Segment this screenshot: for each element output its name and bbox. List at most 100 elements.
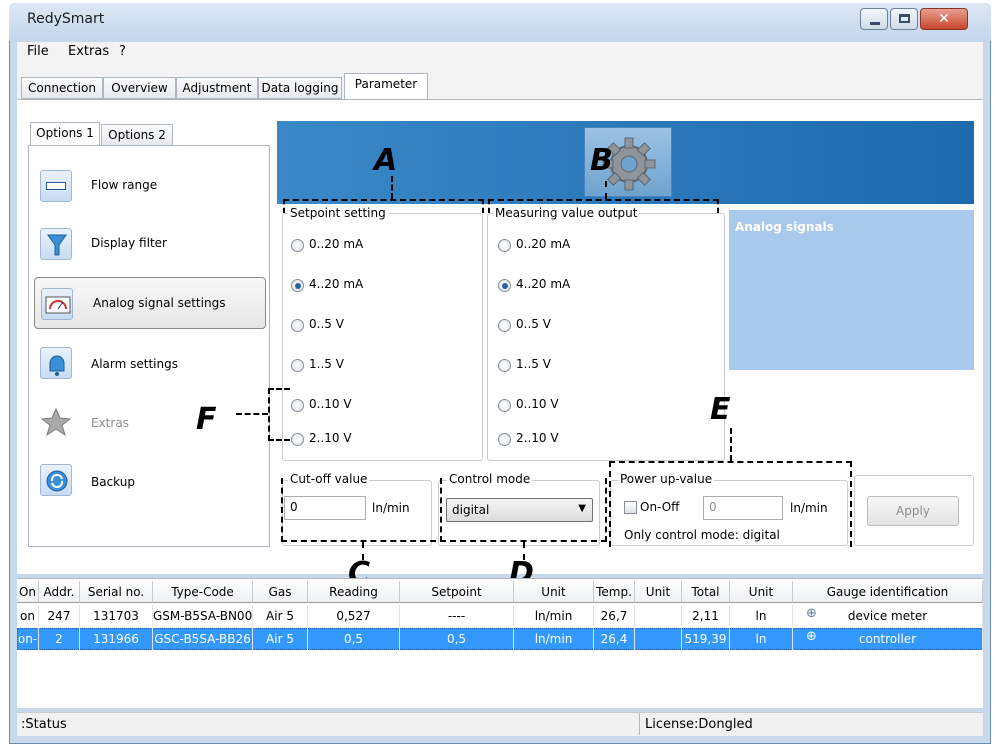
column-header[interactable]: Unit (514, 581, 594, 603)
zoom-icon[interactable]: ⊕ (806, 606, 817, 621)
funnel-icon (40, 228, 72, 260)
measuring-radio[interactable] (498, 319, 511, 332)
annotation-line-e (730, 428, 732, 461)
setpoint-radio[interactable] (291, 279, 304, 292)
table-cell: on- (17, 628, 39, 650)
annotation-box-b (488, 199, 719, 213)
nav-label: Display filter (91, 236, 167, 250)
nav-flow-range[interactable]: Flow range (34, 160, 266, 212)
setpoint-option-label: 1..5 V (309, 357, 344, 371)
setpoint-radio[interactable] (291, 399, 304, 412)
nav-label: Extras (91, 416, 129, 430)
close-button[interactable]: ✕ (920, 8, 968, 30)
setpoint-option-label: 0..20 mA (309, 237, 364, 251)
window-title: RedySmart (27, 11, 105, 27)
table-cell: 247 (39, 605, 80, 627)
measuring-radio[interactable] (498, 279, 511, 292)
maximize-button[interactable] (890, 8, 918, 30)
measuring-option-label: 2..10 V (516, 431, 559, 445)
tab-options-1[interactable]: Options 1 (30, 122, 100, 146)
annotation-label-b: B (590, 143, 613, 178)
annotation-line-a (391, 176, 393, 199)
column-header[interactable]: Type-Code (153, 581, 253, 603)
minimize-button[interactable] (860, 8, 888, 30)
status-bar (17, 712, 983, 736)
column-header[interactable]: Total (682, 581, 730, 603)
table-cell: GSC-B5SA-BB26 (153, 628, 253, 650)
measuring-option-label: 1..5 V (516, 357, 551, 371)
table-cell: ln (730, 605, 793, 627)
nav-analog-signal-settings[interactable]: Analog signal settings (34, 277, 266, 329)
minimize-icon (870, 22, 880, 25)
setpoint-option-label: 0..5 V (309, 317, 344, 331)
measuring-radio[interactable] (498, 433, 511, 446)
apply-button[interactable]: Apply (867, 496, 959, 526)
license-status: License:Dongled (645, 717, 753, 732)
table-cell: GSM-B5SA-BN00 (153, 605, 253, 627)
measuring-option-label: 0..5 V (516, 317, 551, 331)
table-cell: ln/min (514, 628, 594, 650)
gauge-icon (41, 288, 73, 320)
info-panel-title: Analog signals (735, 220, 834, 234)
column-header[interactable]: Reading (308, 581, 400, 603)
column-header[interactable]: Setpoint (400, 581, 514, 603)
menu-file[interactable]: File (27, 44, 49, 59)
setpoint-option-label: 0..10 V (309, 397, 352, 411)
column-header[interactable]: Addr. (39, 581, 80, 603)
ruler-icon (40, 170, 72, 202)
column-header[interactable]: Gas (253, 581, 308, 603)
column-header[interactable]: Gauge identification (793, 581, 983, 603)
table-cell (635, 605, 682, 627)
table-cell: 26,4 (594, 628, 635, 650)
table-cell: device meter (793, 605, 983, 627)
setpoint-radio[interactable] (291, 239, 304, 252)
nav-extras[interactable]: Extras (34, 396, 266, 448)
setpoint-option-label: 4..20 mA (309, 277, 364, 291)
table-cell: Air 5 (253, 628, 308, 650)
nav-label: Flow range (91, 178, 158, 192)
column-header[interactable]: Unit (730, 581, 793, 603)
annotation-label-f: F (196, 402, 217, 437)
nav-display-filter[interactable]: Display filter (34, 218, 266, 270)
tab-options-2[interactable]: Options 2 (101, 124, 173, 146)
tab-adjustment[interactable]: Adjustment (176, 77, 258, 99)
tab-overview[interactable]: Overview (103, 77, 176, 99)
column-header[interactable]: Serial no. (80, 581, 153, 603)
table-cell: on (17, 605, 39, 627)
measuring-radio[interactable] (498, 239, 511, 252)
table-cell: Air 5 (253, 605, 308, 627)
setpoint-option-label: 2..10 V (309, 431, 352, 445)
menu-extras[interactable]: Extras (68, 44, 109, 59)
zoom-icon[interactable]: ⊕ (806, 629, 817, 644)
title-bar (9, 3, 991, 41)
nav-alarm-settings[interactable]: Alarm settings (34, 337, 266, 389)
close-icon: ✕ (938, 11, 950, 27)
column-header[interactable]: Unit (635, 581, 682, 603)
column-header[interactable]: On (17, 581, 39, 603)
measuring-option-label: 0..10 V (516, 397, 559, 411)
annotation-label-a: A (374, 143, 398, 178)
table-cell: ln (730, 628, 793, 650)
annotation-label-e: E (710, 392, 731, 427)
tab-parameter[interactable]: Parameter (344, 73, 428, 100)
nav-label: Alarm settings (91, 357, 178, 371)
annotation-line-f (236, 413, 268, 415)
table-cell: controller (793, 628, 983, 650)
column-header[interactable]: Temp. (594, 581, 635, 603)
tab-connection[interactable]: Connection (21, 77, 103, 99)
menu-help[interactable]: ? (119, 44, 126, 59)
tab-data-logging[interactable]: Data logging (258, 77, 342, 99)
table-cell: ln/min (514, 605, 594, 627)
nav-backup[interactable]: Backup (34, 456, 266, 508)
setpoint-radio[interactable] (291, 433, 304, 446)
table-cell (635, 628, 682, 650)
setpoint-radio[interactable] (291, 359, 304, 372)
status-text: :Status (21, 717, 67, 732)
table-cell: 2,11 (682, 605, 730, 627)
measuring-radio[interactable] (498, 399, 511, 412)
setpoint-radio[interactable] (291, 319, 304, 332)
measuring-radio[interactable] (498, 359, 511, 372)
star-icon (40, 406, 72, 438)
measuring-option-label: 0..20 mA (516, 237, 571, 251)
annotation-box-f (268, 388, 290, 441)
